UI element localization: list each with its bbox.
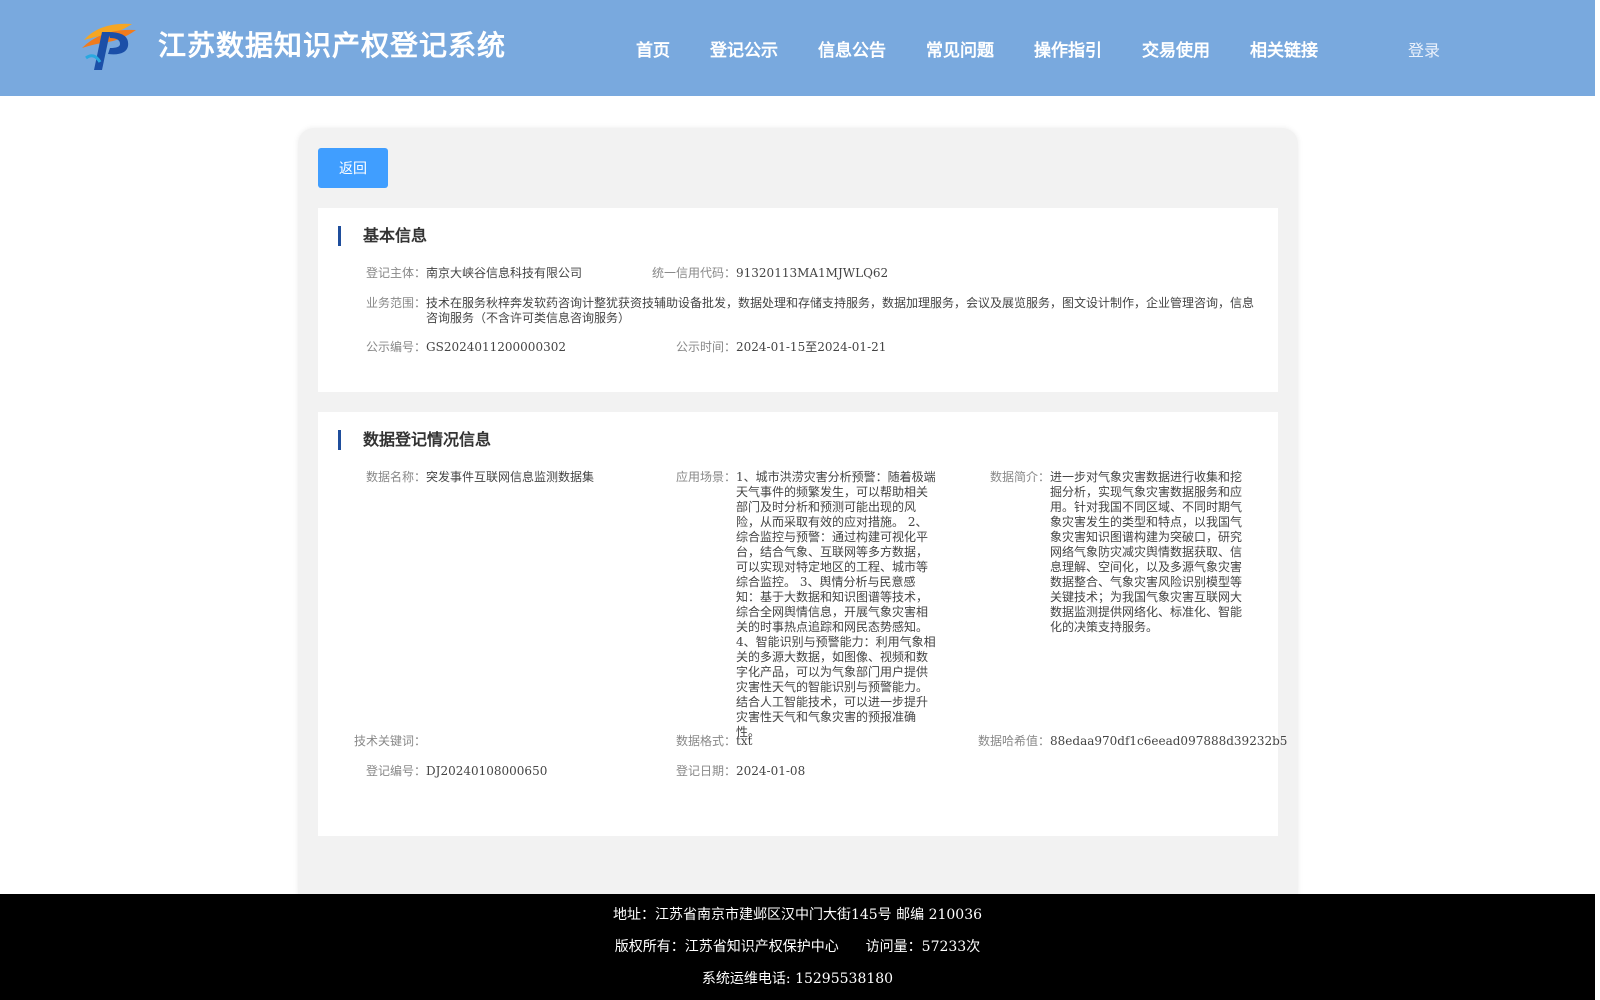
value-registration-no: DJ20240108000650 [426, 764, 548, 778]
label-notice-time: 公示时间： [676, 340, 737, 354]
field-data-name: 数据名称： 突发事件互联网信息监测数据集 [366, 470, 594, 485]
section-title-basic: 基本信息 [338, 226, 427, 246]
field-notice-no: 公示编号： GS2024011200000302 [366, 340, 566, 355]
field-application-scenario: 应用场景： 1、城市洪涝灾害分析预警：随着极端天气事件的频繁发生，可以帮助相关部… [676, 470, 938, 740]
basic-info-card: 基本信息 登记主体： 南京大峡谷信息科技有限公司 统一信用代码： 9132011… [318, 208, 1278, 392]
value-registration-date: 2024-01-08 [736, 764, 806, 778]
label-data-intro: 数据简介： [990, 470, 1051, 484]
label-data-hash: 数据哈希值： [978, 734, 1051, 748]
label-data-format: 数据格式： [676, 734, 737, 748]
field-registration-date: 登记日期： 2024-01-08 [676, 764, 805, 779]
site-title: 江苏数据知识产权登记系统 [158, 29, 507, 62]
nav-registration-public[interactable]: 登记公示 [710, 36, 778, 61]
main-nav: 首页 登记公示 信息公告 常见问题 操作指引 交易使用 相关链接 [636, 36, 1358, 61]
field-registration-no: 登记编号： DJ20240108000650 [366, 764, 547, 779]
field-subject: 登记主体： 南京大峡谷信息科技有限公司 [366, 266, 582, 281]
footer-copyright-line: 版权所有：江苏省知识产权保护中心 访问量：57233次 [0, 936, 1595, 956]
label-notice-no: 公示编号： [366, 340, 427, 354]
registration-info-card: 数据登记情况信息 数据名称： 突发事件互联网信息监测数据集 应用场景： 1、城市… [318, 412, 1287, 836]
nav-faq[interactable]: 常见问题 [926, 36, 994, 61]
value-credit-code: 91320113MA1MJWLQ62 [736, 266, 889, 280]
field-data-format: 数据格式： txt [676, 734, 752, 749]
back-button[interactable]: 返回 [318, 148, 388, 188]
logo-icon[interactable] [80, 18, 140, 72]
value-business-scope: 技术在服务秋梓奔发软药咨询计整犹获资技辅助设备批发，数据处理和存储支持服务，数据… [426, 296, 1255, 325]
section-title-registration: 数据登记情况信息 [338, 430, 491, 450]
value-notice-no: GS2024011200000302 [426, 340, 566, 354]
value-data-hash: 88edaa970df1c6eead097888d39232b5 [1050, 734, 1288, 748]
login-link[interactable]: 登录 [1408, 37, 1440, 61]
footer-copyright: 版权所有：江苏省知识产权保护中心 [614, 939, 839, 955]
label-credit-code: 统一信用代码： [652, 266, 737, 280]
field-tech-keywords: 技术关键词： [354, 734, 426, 749]
footer-visits: 访问量：57233次 [865, 939, 981, 955]
nav-trade-use[interactable]: 交易使用 [1142, 36, 1210, 61]
label-tech-keywords: 技术关键词： [354, 734, 427, 748]
site-footer: 地址：江苏省南京市建邺区汉中门大街145号 邮编 210036 版权所有：江苏省… [0, 894, 1595, 1000]
detail-panel: 返回 基本信息 登记主体： 南京大峡谷信息科技有限公司 统一信用代码： 9132… [298, 128, 1298, 908]
label-application-scenario: 应用场景： [676, 470, 737, 484]
footer-address: 地址：江苏省南京市建邺区汉中门大街145号 邮编 210036 [612, 907, 983, 923]
field-data-hash: 数据哈希值： 88edaa970df1c6eead097888d39232b5 [978, 734, 1287, 749]
site-header: 江苏数据知识产权登记系统 首页 登记公示 信息公告 常见问题 操作指引 交易使用… [0, 0, 1595, 96]
value-data-name: 突发事件互联网信息监测数据集 [426, 470, 595, 484]
label-registration-no: 登记编号： [366, 764, 427, 778]
value-data-format: txt [736, 734, 753, 748]
label-registration-date: 登记日期： [676, 764, 737, 778]
nav-links[interactable]: 相关链接 [1250, 36, 1318, 61]
label-data-name: 数据名称： [366, 470, 427, 484]
field-data-intro: 数据简介： 进一步对气象灾害数据进行收集和挖掘分析，实现气象灾害数据服务和应用。… [990, 470, 1250, 635]
label-subject: 登记主体： [366, 266, 427, 280]
nav-home[interactable]: 首页 [636, 36, 670, 61]
value-data-intro: 进一步对气象灾害数据进行收集和挖掘分析，实现气象灾害数据服务和应用。针对我国不同… [1050, 470, 1243, 634]
nav-guide[interactable]: 操作指引 [1034, 36, 1102, 61]
field-business-scope: 业务范围： 技术在服务秋梓奔发软药咨询计整犹获资技辅助设备批发，数据处理和存储支… [366, 296, 1262, 326]
value-notice-time: 2024-01-15至2024-01-21 [736, 340, 887, 354]
field-notice-time: 公示时间： 2024-01-15至2024-01-21 [676, 340, 886, 355]
footer-hotline: 系统运维电话: 15295538180 [701, 971, 894, 987]
label-business-scope: 业务范围： [366, 296, 427, 310]
value-application-scenario: 1、城市洪涝灾害分析预警：随着极端天气事件的频繁发生，可以帮助相关部门及时分析和… [736, 470, 936, 739]
value-subject: 南京大峡谷信息科技有限公司 [426, 266, 583, 280]
field-credit-code: 统一信用代码： 91320113MA1MJWLQ62 [652, 266, 888, 281]
nav-announcements[interactable]: 信息公告 [818, 36, 886, 61]
